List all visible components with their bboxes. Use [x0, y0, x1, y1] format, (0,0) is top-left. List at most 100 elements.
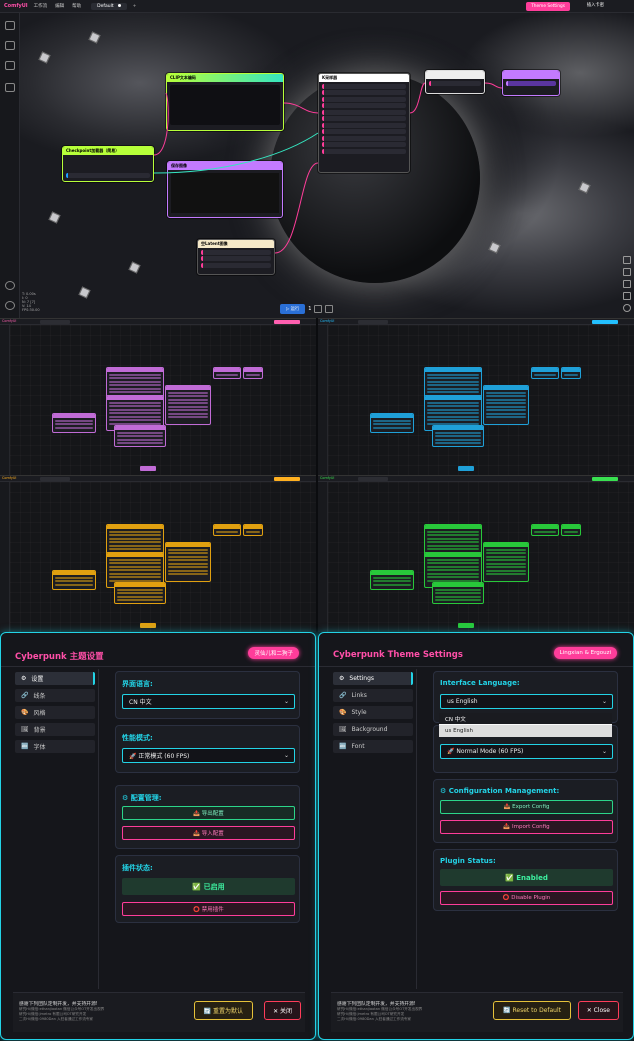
- node-widget[interactable]: [486, 409, 526, 411]
- node-widget[interactable]: [373, 419, 411, 422]
- node-widget[interactable]: [109, 576, 161, 578]
- node-widget[interactable]: [486, 405, 526, 408]
- sidebar-item-settings[interactable]: ⚙ Settings: [333, 672, 413, 685]
- node-widget[interactable]: [168, 412, 208, 415]
- node-widget[interactable]: [427, 401, 479, 404]
- node-widget[interactable]: [109, 565, 161, 568]
- node-widget[interactable]: [168, 548, 208, 551]
- node-widget[interactable]: [486, 566, 526, 568]
- node-widget[interactable]: [427, 541, 479, 543]
- node-widget[interactable]: [486, 555, 526, 558]
- run-button[interactable]: [140, 466, 156, 471]
- new-tab-icon[interactable]: +: [133, 4, 137, 9]
- reset-default-button[interactable]: 🔄 重置为默认: [193, 1001, 253, 1020]
- run-button[interactable]: [458, 466, 474, 471]
- node-widget[interactable]: [109, 373, 161, 376]
- share-button[interactable]: 插入卡密: [587, 2, 604, 8]
- node-widget[interactable]: [373, 583, 411, 586]
- node-widget[interactable]: [427, 377, 479, 379]
- node-canvas[interactable]: [10, 482, 316, 632]
- node-widget[interactable]: [534, 373, 556, 376]
- node-widget[interactable]: [168, 562, 208, 565]
- node-widget[interactable]: [109, 401, 161, 404]
- node-widget[interactable]: [427, 384, 479, 386]
- node-widget[interactable]: [168, 398, 208, 401]
- node-widget[interactable]: [427, 548, 479, 550]
- node-widget[interactable]: [427, 530, 479, 533]
- node-widget[interactable]: [109, 548, 161, 550]
- node-widget[interactable]: [55, 583, 93, 586]
- stop-icon[interactable]: [325, 305, 334, 313]
- node-widget[interactable]: [168, 409, 208, 411]
- sidebar-item-background[interactable]: 🖼 背景: [15, 723, 95, 736]
- node-widget[interactable]: [117, 431, 163, 434]
- workflow-node[interactable]: [243, 524, 263, 536]
- node-widget[interactable]: [435, 438, 481, 441]
- node-widget[interactable]: [117, 442, 163, 444]
- node-widget[interactable]: [435, 435, 481, 437]
- workflow-node[interactable]: [52, 570, 96, 590]
- node-widget[interactable]: [486, 569, 526, 572]
- node-widget[interactable]: [486, 573, 526, 575]
- node-widget[interactable]: [168, 566, 208, 568]
- node-widget[interactable]: [427, 419, 479, 421]
- node-canvas[interactable]: [10, 325, 316, 475]
- node-widget[interactable]: [373, 576, 411, 579]
- disable-plugin-button[interactable]: ⭕ 禁用插件: [122, 902, 295, 916]
- node-widget[interactable]: [435, 442, 481, 444]
- node-widget[interactable]: [109, 534, 161, 536]
- node-widget[interactable]: [55, 580, 93, 582]
- zoom-out-icon[interactable]: [623, 268, 631, 276]
- performance-select[interactable]: 🚀 Normal Mode (60 FPS) ⌄: [440, 744, 613, 759]
- performance-select[interactable]: 🚀 正常模式 (60 FPS) ⌄: [122, 748, 295, 763]
- node-widget[interactable]: [109, 569, 161, 571]
- workflow-node[interactable]: [561, 524, 581, 536]
- node-widget[interactable]: [427, 569, 479, 571]
- queue-icon[interactable]: [5, 41, 15, 50]
- node-widget[interactable]: [435, 599, 481, 601]
- workflow-node[interactable]: [213, 524, 241, 536]
- node-widget[interactable]: [435, 595, 481, 598]
- close-button[interactable]: ✕ 关闭: [264, 1001, 301, 1020]
- cancel-icon[interactable]: [314, 305, 323, 313]
- workflow-node[interactable]: [531, 367, 559, 379]
- workflow-node[interactable]: [432, 582, 484, 604]
- menu-help[interactable]: 帮助: [72, 3, 81, 9]
- node-widget[interactable]: [117, 595, 163, 598]
- menu-edit[interactable]: 编辑: [55, 3, 64, 9]
- node-widget[interactable]: [117, 435, 163, 437]
- node-widget[interactable]: [373, 580, 411, 582]
- sidebar-item-style[interactable]: 🎨 Style: [333, 706, 413, 719]
- link-visibility-icon[interactable]: [623, 304, 631, 312]
- node-widget[interactable]: [427, 537, 479, 540]
- node-widget[interactable]: [373, 423, 411, 425]
- node-widget[interactable]: [534, 530, 556, 533]
- cube-icon[interactable]: [5, 61, 15, 70]
- node-widget[interactable]: [109, 384, 161, 386]
- workflow-tab[interactable]: [358, 477, 388, 481]
- node-widget[interactable]: [55, 419, 93, 422]
- zoom-in-icon[interactable]: [623, 256, 631, 264]
- node-widget[interactable]: [435, 431, 481, 434]
- language-select[interactable]: CN 中文 ⌄: [122, 694, 295, 709]
- node-widget[interactable]: [55, 423, 93, 425]
- close-button[interactable]: ✕ Close: [577, 1001, 619, 1020]
- node-widget[interactable]: [109, 391, 161, 393]
- node-widget[interactable]: [427, 405, 479, 407]
- theme-settings-button[interactable]: [274, 320, 300, 324]
- sidebar-item-font[interactable]: 🔤 字体: [15, 740, 95, 753]
- theme-settings-button[interactable]: [274, 477, 300, 481]
- node-widget[interactable]: [117, 599, 163, 601]
- node-widget[interactable]: [109, 562, 161, 564]
- node-widget[interactable]: [486, 552, 526, 554]
- workflow-tab[interactable]: [40, 477, 70, 481]
- node-widget[interactable]: [216, 530, 238, 533]
- node-widget[interactable]: [109, 541, 161, 543]
- theme-settings-button[interactable]: Theme Settings: [526, 2, 570, 11]
- disable-plugin-button[interactable]: ⭕ Disable Plugin: [440, 891, 613, 905]
- run-button[interactable]: [140, 623, 156, 628]
- node-widget[interactable]: [168, 402, 208, 404]
- node-widget[interactable]: [109, 412, 161, 414]
- node-widget[interactable]: [427, 576, 479, 578]
- node-widget[interactable]: [168, 391, 208, 394]
